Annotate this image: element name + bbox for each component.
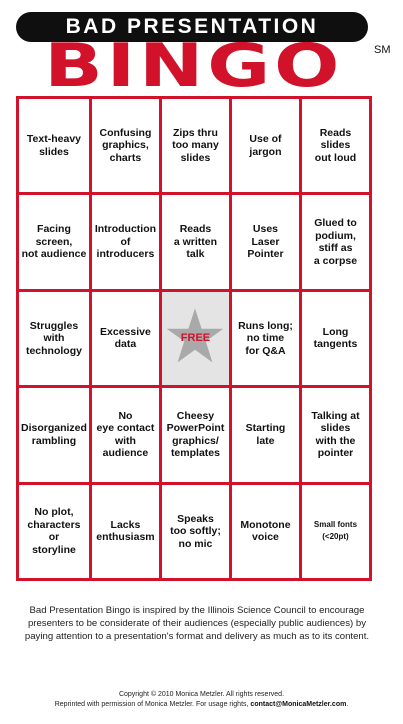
copyright-line: Copyright © 2010 Monica Metzler. All rig… bbox=[118, 691, 285, 698]
bingo-cell-text: Lacks enthusiasm bbox=[96, 518, 155, 544]
bingo-cell-text: Speaks too softly; no mic bbox=[170, 512, 221, 550]
bingo-cell-text: Talking at slides with the pointer bbox=[311, 409, 360, 460]
bingo-cell: Use of jargon bbox=[231, 99, 299, 193]
bingo-cell: Long tangents bbox=[301, 291, 369, 386]
bingo-cell-text: Reads slides out loud bbox=[314, 126, 357, 164]
bingo-cell-text: Small fonts (<20pt) bbox=[313, 520, 358, 542]
bingo-cell: No eye contact with audience bbox=[91, 388, 159, 482]
free-label: FREE bbox=[180, 332, 211, 345]
bingo-cell: Small fonts (<20pt) bbox=[301, 484, 369, 578]
bingo-cell-text: Uses Laser Pointer bbox=[247, 223, 284, 261]
bingo-cell-free: FREE bbox=[161, 291, 229, 386]
bingo-cell-text: Excessive data bbox=[100, 325, 151, 351]
permission-period: . bbox=[346, 701, 349, 708]
bingo-cell-text: Monotone voice bbox=[240, 518, 291, 544]
bingo-cell-text: Zips thru too many slides bbox=[172, 126, 219, 164]
bingo-cell: Uses Laser Pointer bbox=[231, 195, 299, 289]
bingo-cell-text: No eye contact with audience bbox=[96, 409, 155, 460]
bingo-cell: Monotone voice bbox=[231, 484, 299, 578]
bingo-cell-text: Use of jargon bbox=[249, 133, 282, 158]
bingo-cell-text: Reads a written talk bbox=[173, 223, 218, 261]
bingo-card: Text-heavy slides Confusing graphics, cha… bbox=[16, 96, 372, 581]
bingo-cell: Zips thru too many slides bbox=[161, 99, 229, 193]
footer-description: Bad Presentation Bingo is inspired by th… bbox=[24, 605, 370, 642]
bingo-cell: Facing screen, not audience bbox=[19, 195, 89, 289]
contact-email: contact@MonicaMetzler.com bbox=[250, 701, 347, 708]
bingo-cell-text: Introduction of introducers bbox=[94, 223, 157, 261]
bingo-logo: BINGO bbox=[18, 31, 370, 101]
bingo-cell-text: Glued to podium, stiff as a corpse bbox=[313, 217, 358, 267]
bingo-cell: Runs long; no time for Q&A bbox=[231, 291, 299, 386]
bingo-cell-text: Runs long; no time for Q&A bbox=[238, 319, 293, 357]
service-mark: SM bbox=[374, 44, 391, 56]
bingo-cell: Text-heavy slides bbox=[19, 99, 89, 193]
bingo-cell: Cheesy PowerPoint graphics/ templates bbox=[161, 388, 229, 482]
bingo-cell-text: Disorganized rambling bbox=[21, 422, 87, 447]
bingo-cell: Introduction of introducers bbox=[91, 195, 159, 289]
copyright-block: Copyright © 2010 Monica Metzler. All rig… bbox=[0, 690, 403, 710]
bingo-cell: Glued to podium, stiff as a corpse bbox=[301, 195, 369, 289]
permission-text: Reprinted with permission of Monica Metz… bbox=[54, 701, 251, 708]
bingo-cell-text: Cheesy PowerPoint graphics/ templates bbox=[166, 409, 225, 460]
bingo-cell-text: Text-heavy slides bbox=[26, 133, 82, 158]
bingo-cell: Talking at slides with the pointer bbox=[301, 388, 369, 482]
bingo-cell-text: Facing screen, not audience bbox=[21, 223, 87, 261]
bingo-cell: Speaks too softly; no mic bbox=[161, 484, 229, 578]
bingo-cell: Confusing graphics, charts bbox=[91, 99, 159, 193]
bingo-cell-text: Starting late bbox=[245, 422, 286, 447]
bingo-cell-text: Long tangents bbox=[313, 325, 358, 351]
bingo-cell-text: Confusing graphics, charts bbox=[99, 126, 152, 164]
bingo-cell: Struggles with technology bbox=[19, 291, 89, 386]
bingo-cell: Reads slides out loud bbox=[301, 99, 369, 193]
permission-line: Reprinted with permission of Monica Metz… bbox=[0, 700, 403, 710]
bingo-logo-text: BINGO bbox=[44, 31, 344, 101]
bingo-cell-text: No plot, characters or storyline bbox=[27, 506, 81, 556]
bingo-cell-text: Struggles with technology bbox=[25, 319, 82, 357]
bingo-cell: Starting late bbox=[231, 388, 299, 482]
bingo-cell: Reads a written talk bbox=[161, 195, 229, 289]
bingo-cell: No plot, characters or storyline bbox=[19, 484, 89, 578]
bingo-cell: Lacks enthusiasm bbox=[91, 484, 159, 578]
bingo-cell: Disorganized rambling bbox=[19, 388, 89, 482]
bingo-cell: Excessive data bbox=[91, 291, 159, 386]
